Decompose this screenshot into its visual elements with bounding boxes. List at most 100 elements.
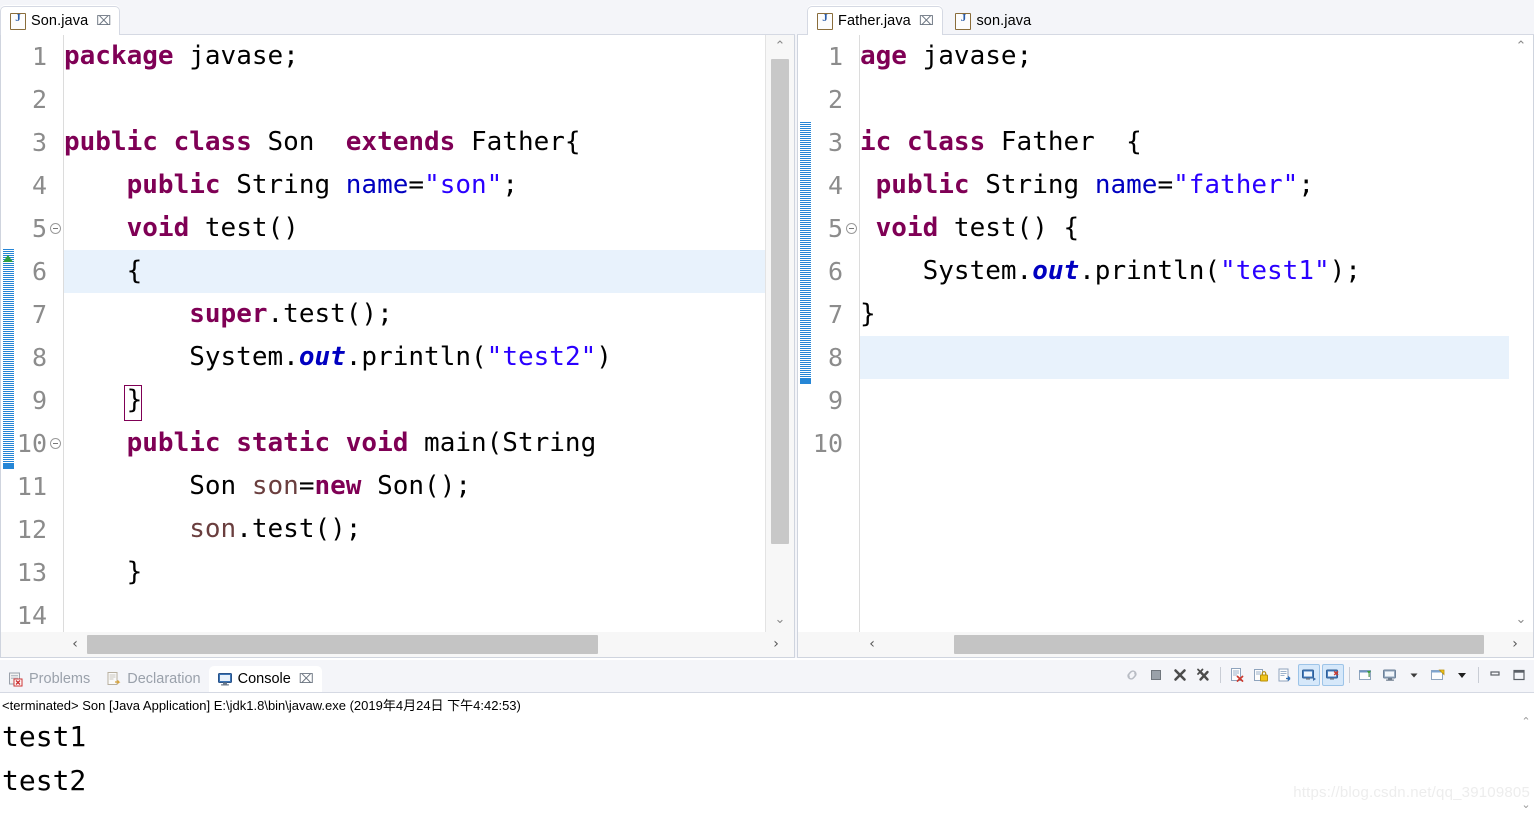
open-console-icon[interactable] [1427, 664, 1449, 686]
code-line[interactable]: } [64, 551, 794, 594]
maximize-icon[interactable] [1508, 664, 1530, 686]
scrollbar-thumb[interactable] [954, 635, 1484, 654]
remove-launch-icon[interactable] [1169, 664, 1191, 686]
tab-father-java[interactable]: Father.java ⌧ [807, 6, 943, 35]
toolbar-separator [1349, 667, 1350, 683]
link-with-debug-view-icon[interactable] [1121, 664, 1143, 686]
code-token: .println( [345, 342, 487, 372]
pin-console-icon[interactable] [1355, 664, 1377, 686]
fold-collapse-icon[interactable] [50, 222, 61, 234]
code-line[interactable] [64, 594, 794, 632]
scroll-left-icon[interactable]: ‹ [860, 632, 884, 657]
scroll-down-icon[interactable]: ⌄ [766, 610, 794, 630]
tab-son-java[interactable]: Son.java ⌧ [0, 6, 121, 35]
minimize-icon[interactable] [1484, 664, 1506, 686]
close-icon[interactable]: ⌧ [919, 15, 934, 28]
right-code-area[interactable]: age javase; ic class Father { public Stri… [860, 35, 1533, 632]
show-console-on-output-icon[interactable] [1298, 664, 1320, 686]
fold-collapse-icon[interactable] [50, 437, 61, 449]
code-token: "son" [424, 170, 503, 200]
left-horizontal-scrollbar[interactable]: ‹ › [0, 632, 795, 658]
code-line[interactable]: public static void main(String [64, 422, 794, 465]
line-number: 1 [31, 42, 47, 71]
code-line[interactable]: Son son=new Son(); [64, 465, 794, 508]
terminate-icon[interactable] [1145, 664, 1167, 686]
code-line[interactable]: public class Son extends Father{ [64, 121, 794, 164]
code-token: age [860, 41, 907, 71]
scroll-lock-icon[interactable] [1250, 664, 1272, 686]
scroll-up-icon[interactable]: ⌃ [1509, 37, 1533, 57]
code-line[interactable] [860, 379, 1533, 422]
code-line[interactable]: age javase; [860, 35, 1533, 78]
display-console-dropdown-icon[interactable] [1403, 664, 1425, 686]
problems-icon [8, 671, 24, 687]
show-console-on-error-icon[interactable] [1322, 664, 1344, 686]
code-line[interactable] [860, 422, 1533, 465]
word-wrap-icon[interactable] [1274, 664, 1296, 686]
line-number: 7 [827, 300, 843, 329]
code-line[interactable]: void test() [64, 207, 794, 250]
right-editor-body[interactable]: 1 2 3 4 5 6 7 8 9 10 age javase; ic class Father {… [797, 35, 1534, 632]
code-line[interactable]: public String name="father"; [860, 164, 1533, 207]
tab-declaration[interactable]: Declaration [98, 666, 208, 692]
code-token: public [126, 170, 221, 200]
left-editor-body[interactable]: 1 2 3 4 5 6 7 8 9 10 11 12 13 14 package javase; publi… [0, 35, 795, 632]
scrollbar-thumb[interactable] [87, 635, 598, 654]
code-line[interactable]: { [64, 250, 794, 293]
right-vertical-scrollbar[interactable]: ⌃ ⌄ [1509, 35, 1533, 632]
code-token: ; [502, 170, 518, 200]
scrollbar-thumb[interactable] [771, 59, 789, 544]
scroll-right-icon[interactable]: › [1503, 632, 1527, 657]
code-token: main(String [408, 428, 597, 458]
declaration-icon [106, 671, 122, 687]
display-selected-console-icon[interactable] [1379, 664, 1401, 686]
code-line[interactable]: ic class Father { [860, 121, 1533, 164]
code-token: Son(); [361, 471, 472, 501]
scroll-up-icon[interactable]: ⌃ [766, 37, 794, 57]
remove-all-launches-icon[interactable] [1193, 664, 1215, 686]
code-line[interactable] [64, 78, 794, 121]
scroll-left-icon[interactable]: ‹ [63, 632, 87, 657]
scroll-right-icon[interactable]: › [764, 632, 788, 657]
right-editor-tabstrip: Father.java ⌧ son.java [797, 0, 1534, 35]
code-line[interactable]: } [860, 293, 1533, 336]
open-console-dropdown-icon[interactable] [1451, 664, 1473, 686]
console-output-line: test1 [2, 720, 87, 753]
left-code-area[interactable]: package javase; public class Son extends … [64, 35, 794, 632]
line-number: 2 [827, 85, 843, 114]
line-number: 6 [827, 257, 843, 286]
code-line[interactable] [860, 336, 1533, 379]
code-line[interactable]: void test() { [860, 207, 1533, 250]
code-token: { [64, 256, 143, 286]
right-horizontal-scrollbar[interactable]: ‹ › [797, 632, 1534, 658]
java-file-icon [817, 12, 833, 30]
close-icon[interactable]: ⌧ [299, 673, 314, 686]
scroll-up-icon[interactable]: ⌃ [1518, 715, 1534, 728]
code-line[interactable]: package javase; [64, 35, 794, 78]
code-line[interactable] [860, 78, 1533, 121]
fold-collapse-icon[interactable] [846, 222, 857, 234]
scroll-down-icon[interactable]: ⌄ [1509, 610, 1533, 630]
code-line[interactable]: System.out.println("test1"); [860, 250, 1533, 293]
change-bar-segment [3, 248, 14, 464]
toolbar-separator [1220, 667, 1221, 683]
change-bar-segment [3, 464, 14, 469]
tab-problems[interactable]: Problems [0, 666, 98, 692]
code-line[interactable]: System.out.println("test2") [64, 336, 794, 379]
code-line[interactable]: } [64, 379, 794, 422]
code-token: String [969, 170, 1095, 200]
tab-son-java-right[interactable]: son.java [946, 7, 1039, 35]
line-number: 8 [827, 343, 843, 372]
clear-console-icon[interactable] [1226, 664, 1248, 686]
close-icon[interactable]: ⌧ [96, 15, 111, 28]
left-gutter: 1 2 3 4 5 6 7 8 9 10 11 12 13 14 [15, 35, 64, 632]
tab-console[interactable]: Console ⌧ [208, 666, 322, 692]
code-line[interactable]: public String name="son"; [64, 164, 794, 207]
code-token: public [875, 170, 970, 200]
code-line[interactable]: super.test(); [64, 293, 794, 336]
code-line[interactable]: son.test(); [64, 508, 794, 551]
left-vertical-scrollbar[interactable]: ⌃ ⌄ [765, 35, 794, 632]
